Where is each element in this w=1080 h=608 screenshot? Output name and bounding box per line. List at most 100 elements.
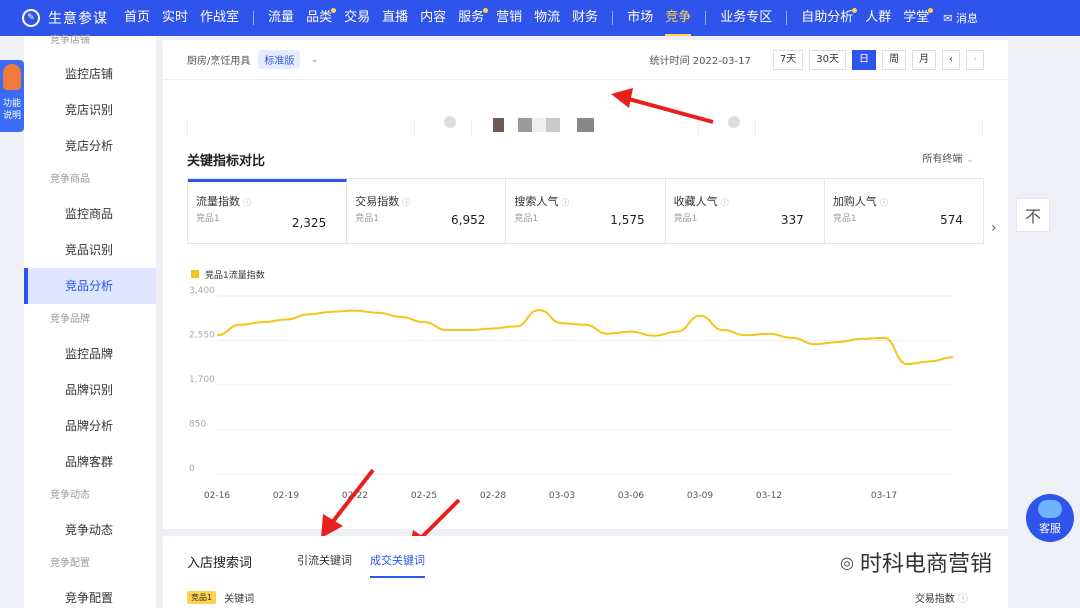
trend-chart: 竞品1流量指数 0 850 1,700 2,550 3,400 02-16 02-19 02… [163, 262, 1008, 522]
nav-item-market[interactable]: 市场 [627, 0, 653, 36]
x-tick-label: 02-19 [273, 491, 299, 501]
sidebar: 竞争店铺 监控店铺 竞店识别 竞店分析 竞争商品 监控商品 竞品识别 竞品分析 … [24, 35, 156, 608]
nav-item-crowd[interactable]: 人群 [865, 0, 891, 36]
prev-date-button[interactable]: ‹ [942, 49, 960, 70]
filter-bar: 厨房/烹饪用具 标准版 ⌄ 统计时间 2022-03-17 7天 30天 日 周… [163, 40, 1008, 80]
stat-time: 统计时间 2022-03-17 [649, 56, 751, 67]
sidebar-item-brand-analysis[interactable]: 品牌分析 [24, 408, 156, 444]
nav-item-warroom[interactable]: 作战室 [200, 0, 239, 36]
next-date-button[interactable]: › [966, 49, 984, 70]
sidebar-item-dynamics[interactable]: 竞争动态 [24, 512, 156, 548]
series-line [216, 309, 954, 366]
metric-trade-index[interactable]: 交易指数 ⓘ 竞品1 6,952 [347, 179, 507, 243]
back-to-top-button[interactable]: 不 [1016, 198, 1050, 232]
terminal-select[interactable]: 所有终端 ⌄ [922, 150, 974, 165]
customer-service-button[interactable]: 客服 [1026, 494, 1074, 542]
sidebar-item-config[interactable]: 竞争配置 [24, 580, 156, 608]
nav-item-finance[interactable]: 财务 [572, 0, 598, 36]
function-help-button[interactable]: 功能说明 [0, 60, 24, 132]
x-tick-label: 03-09 [687, 491, 713, 501]
chevron-right-icon[interactable]: › [991, 220, 997, 236]
metric-favorite-popularity[interactable]: 收藏人气 ⓘ 竞品1 337 [666, 179, 825, 243]
nav-item-academy[interactable]: 学堂 [903, 0, 934, 36]
legend-label: 竞品1流量指数 [205, 269, 265, 281]
range-day-button[interactable]: 日 [852, 49, 876, 70]
rank-tag: 竞品1 [187, 591, 217, 604]
new-dot-icon [852, 8, 858, 13]
x-tick-label: 02-16 [204, 491, 230, 501]
nav-item-home[interactable]: 首页 [124, 0, 150, 36]
sidebar-item-product-identify[interactable]: 竞品识别 [24, 232, 156, 268]
sidebar-item-shop-analysis[interactable]: 竞店分析 [24, 128, 156, 164]
metric-value: 337 [780, 213, 804, 227]
sidebar-item-monitor-brand[interactable]: 监控品牌 [24, 336, 156, 372]
nav-item-traffic[interactable]: 流量 [268, 0, 294, 36]
col-trade-index[interactable]: 交易指数 ⓘ [915, 590, 968, 605]
range-month-button[interactable]: 月 [912, 49, 936, 70]
help-icon[interactable]: ⓘ [243, 198, 251, 207]
category-label: 厨房/烹饪用具 [187, 56, 251, 67]
metric-value: 1,575 [610, 213, 645, 227]
sidebar-item-brand-identify[interactable]: 品牌识别 [24, 372, 156, 408]
nav-item-live[interactable]: 直播 [382, 0, 408, 36]
metric-value: 574 [940, 213, 964, 227]
sidebar-item-brand-audience[interactable]: 品牌客群 [24, 444, 156, 480]
y-tick-label: 2,550 [189, 331, 215, 341]
nav-item-self-analysis[interactable]: 自助分析 [801, 0, 858, 36]
tab-traffic-keywords[interactable]: 引流关键词 [297, 552, 352, 576]
range-30d-button[interactable]: 30天 [809, 49, 846, 70]
nav-item-content[interactable]: 内容 [420, 0, 446, 36]
message-button[interactable]: ✉ 消息 [943, 10, 978, 26]
metric-search-popularity[interactable]: 搜索人气 ⓘ 竞品1 1,575 [506, 179, 666, 243]
sidebar-group-title: 竞争品牌 [50, 314, 90, 325]
help-icon[interactable]: ⓘ [402, 198, 410, 207]
metric-tabs: 流量指数 ⓘ 竞品1 2,325 交易指数 ⓘ 竞品1 6,952 搜索人气 ⓘ 竞品… [187, 178, 984, 244]
help-icon[interactable]: ⓘ [880, 198, 888, 207]
sidebar-group-title: 竞争商品 [50, 174, 90, 185]
nav-item-marketing[interactable]: 营销 [496, 0, 522, 36]
x-tick-label: 03-12 [756, 491, 782, 501]
nav-item-realtime[interactable]: 实时 [162, 0, 188, 36]
help-icon[interactable]: ⓘ [721, 198, 729, 207]
watermark: ◎ 时科电商营销 [840, 552, 992, 577]
chevron-down-icon[interactable]: ⌄ [310, 54, 318, 65]
version-tag[interactable]: 标准版 [258, 50, 301, 69]
tab-trade-keywords[interactable]: 成交关键词 [370, 552, 425, 578]
nav-item-business[interactable]: 业务专区 [720, 0, 772, 36]
metric-cart-popularity[interactable]: 加购人气 ⓘ 竞品1 574 [825, 179, 983, 243]
line-chart: 竞品1流量指数 0 850 1,700 2,550 3,400 02-16 02-19 02… [189, 269, 954, 501]
nav-item-service[interactable]: 服务 [458, 0, 489, 36]
mascot-icon [3, 64, 21, 90]
new-dot-icon [331, 8, 337, 13]
legend-swatch [191, 270, 199, 278]
metric-traffic-index[interactable]: 流量指数 ⓘ 竞品1 2,325 [188, 179, 348, 243]
nav-divider [612, 11, 614, 25]
table-header: 竞品1 关键词 [187, 590, 254, 605]
sidebar-group-title: 竞争店铺 [50, 35, 90, 46]
help-icon[interactable]: ⓘ [561, 198, 569, 207]
date-controls: 统计时间 2022-03-17 7天 30天 日 周 月 ‹ › [649, 49, 984, 70]
nav-item-competition[interactable]: 竞争 [665, 0, 692, 36]
annotation-arrow [611, 88, 714, 124]
x-tick-label: 03-06 [618, 491, 644, 501]
new-dot-icon [928, 8, 934, 13]
sidebar-item-monitor-shop[interactable]: 监控店铺 [24, 56, 156, 92]
sidebar-item-product-analysis[interactable]: 竞品分析 [24, 268, 156, 304]
nav-item-trade[interactable]: 交易 [344, 0, 370, 36]
new-dot-icon [483, 8, 489, 13]
col-keyword: 关键词 [224, 594, 255, 605]
sidebar-item-monitor-product[interactable]: 监控商品 [24, 196, 156, 232]
product-thumb-icon [728, 116, 740, 128]
range-week-button[interactable]: 周 [882, 49, 906, 70]
nav-divider [786, 11, 788, 25]
service-mascot-icon [1038, 500, 1062, 518]
range-7d-button[interactable]: 7天 [772, 49, 804, 70]
panel-title: 关键指标对比 [187, 154, 266, 169]
nav-item-category[interactable]: 品类 [306, 0, 337, 36]
nav-item-logistics[interactable]: 物流 [534, 0, 560, 36]
sidebar-group-title: 竞争配置 [50, 558, 90, 569]
y-tick-label: 850 [189, 420, 206, 430]
sidebar-item-shop-identify[interactable]: 竞店识别 [24, 92, 156, 128]
wechat-icon: ◎ [840, 552, 854, 572]
nav-items: 首页 实时 作战室 流量 品类 交易 直播 内容 服务 营销 物流 财务 市场 … [118, 0, 978, 36]
